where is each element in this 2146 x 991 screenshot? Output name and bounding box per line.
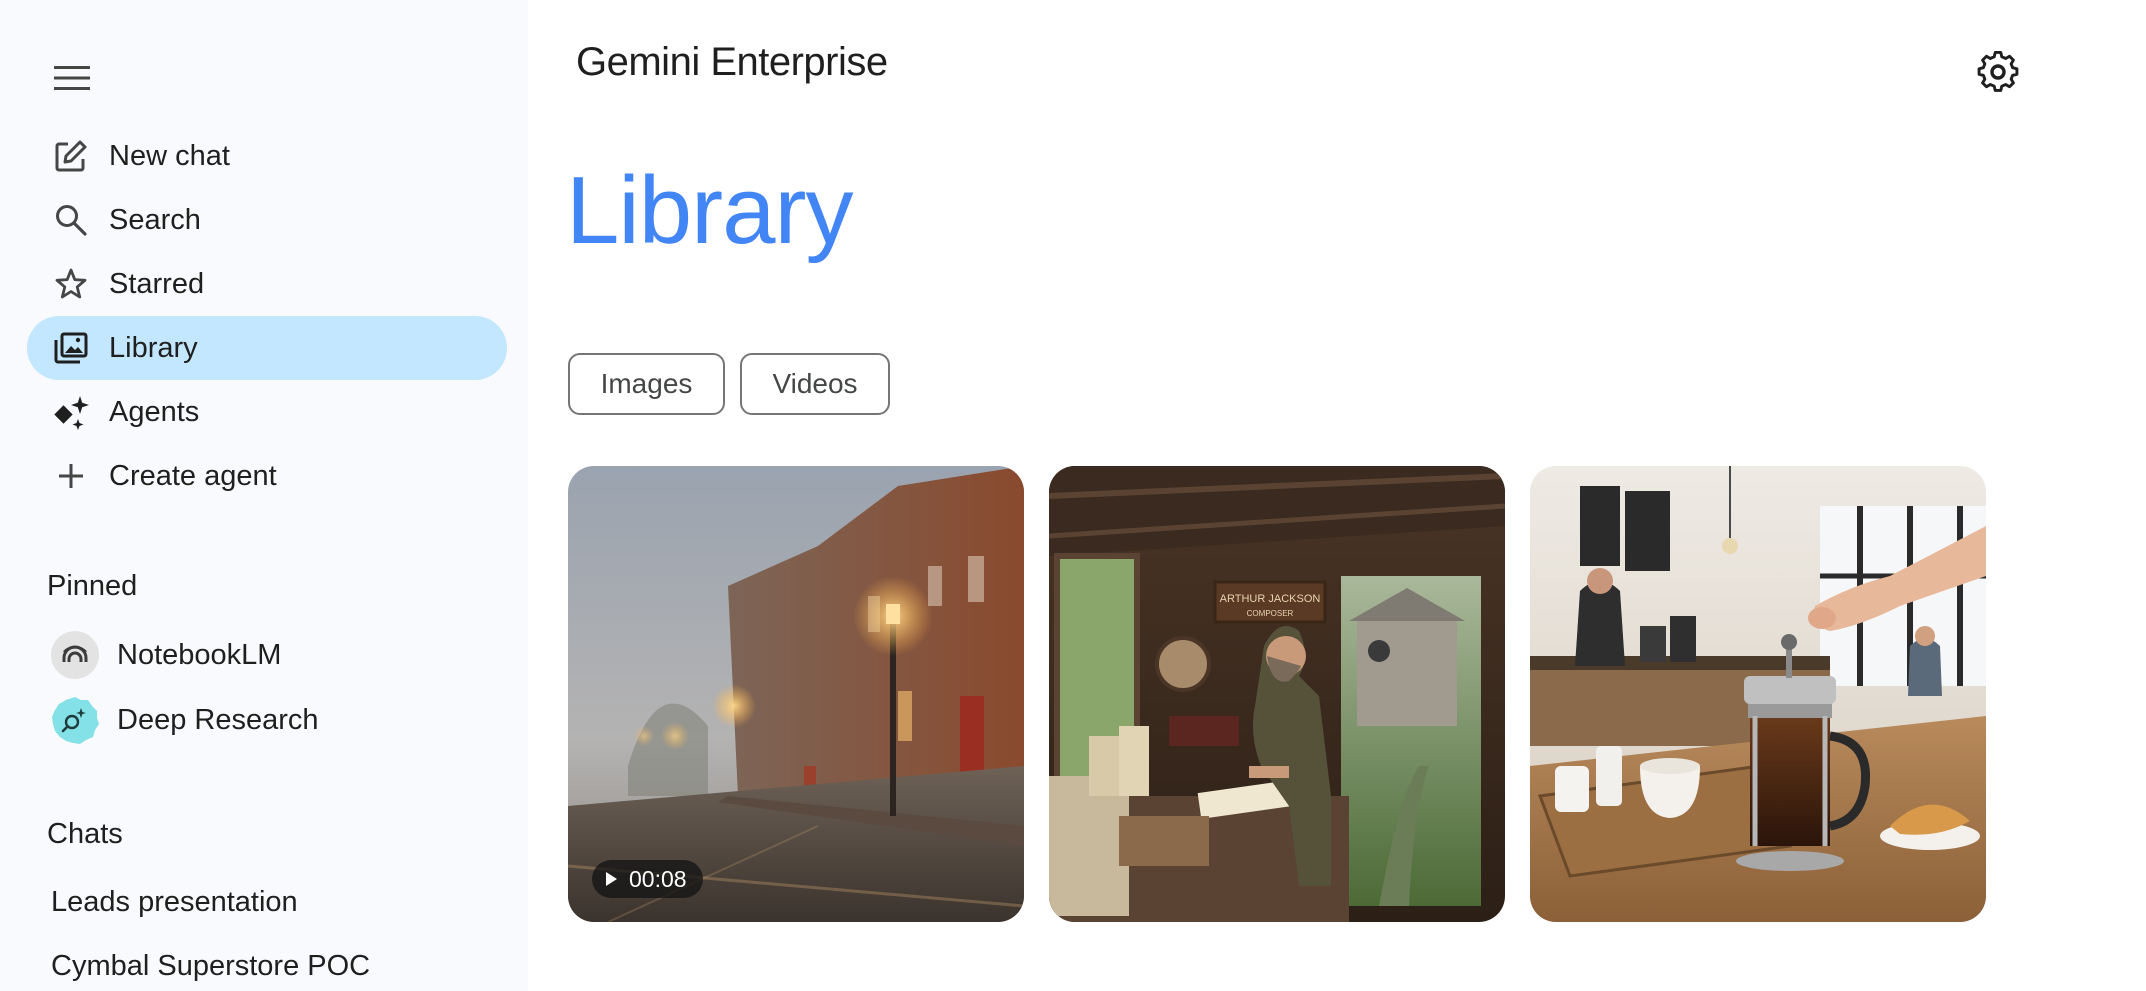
main-menu-button[interactable]: [44, 50, 100, 106]
shed-sign-role: COMPOSER: [1247, 609, 1294, 618]
sidebar-item-label: Agents: [109, 395, 200, 428]
chat-item[interactable]: Cymbal Superstore POC: [27, 936, 507, 991]
pinned-item-notebooklm[interactable]: NotebookLM: [27, 623, 507, 687]
sidebar-item-library[interactable]: Library: [27, 316, 507, 380]
image-thumbnail: [1530, 466, 1986, 922]
sidebar-item-label: Create agent: [109, 459, 277, 492]
chat-item[interactable]: Leads presentation: [27, 872, 507, 932]
chat-item-label: Leads presentation: [51, 885, 298, 918]
sidebar-item-label: New chat: [109, 139, 230, 172]
main-content: Gemini Enterprise Library Images Videos: [528, 0, 2146, 991]
filter-chip-videos[interactable]: Videos: [740, 353, 890, 415]
sidebar-item-label: Starred: [109, 267, 205, 300]
sidebar: New chat Search Starred Library Agents C…: [0, 0, 528, 991]
plus-icon: [53, 458, 89, 494]
star-icon: [53, 266, 89, 302]
sidebar-item-starred[interactable]: Starred: [27, 252, 507, 316]
pinned-section-title: Pinned: [47, 570, 138, 602]
gear-icon: [1977, 51, 2019, 92]
notebooklm-icon: [51, 631, 99, 679]
filter-chip-images[interactable]: Images: [568, 353, 725, 415]
sparkle-icon: [53, 394, 89, 430]
play-icon: [606, 872, 617, 886]
settings-button[interactable]: [1970, 44, 2026, 100]
sidebar-item-label: Search: [109, 203, 201, 236]
sidebar-item-create-agent[interactable]: Create agent: [27, 444, 507, 508]
search-icon: [53, 202, 89, 238]
sidebar-item-new-chat[interactable]: New chat: [27, 124, 507, 188]
page-title: Library: [566, 157, 853, 264]
sidebar-item-label: Library: [109, 331, 198, 364]
hamburger-menu-icon: [54, 66, 90, 90]
deep-research-icon: [51, 696, 99, 744]
sidebar-item-search[interactable]: Search: [27, 188, 507, 252]
pinned-item-deep-research[interactable]: Deep Research: [27, 688, 507, 752]
app-root: New chat Search Starred Library Agents C…: [0, 0, 2146, 991]
pinned-item-label: NotebookLM: [117, 638, 282, 671]
sidebar-item-agents[interactable]: Agents: [27, 380, 507, 444]
media-tile-image[interactable]: [1530, 466, 1986, 922]
video-thumbnail: [568, 466, 1024, 922]
library-icon: [53, 330, 89, 366]
edit-icon: [53, 138, 89, 174]
shed-sign-name: ARTHUR JACKSON: [1220, 593, 1321, 605]
video-duration-badge: 00:08: [592, 860, 703, 898]
app-title: Gemini Enterprise: [576, 40, 888, 84]
media-tile-video[interactable]: 00:08: [568, 466, 1024, 922]
image-thumbnail: ARTHUR JACKSON COMPOSER: [1049, 466, 1505, 922]
chats-section-title: Chats: [47, 818, 123, 850]
media-tile-image[interactable]: ARTHUR JACKSON COMPOSER: [1049, 466, 1505, 922]
pinned-item-label: Deep Research: [117, 703, 319, 736]
chat-item-label: Cymbal Superstore POC: [51, 949, 371, 982]
video-duration: 00:08: [629, 865, 687, 892]
